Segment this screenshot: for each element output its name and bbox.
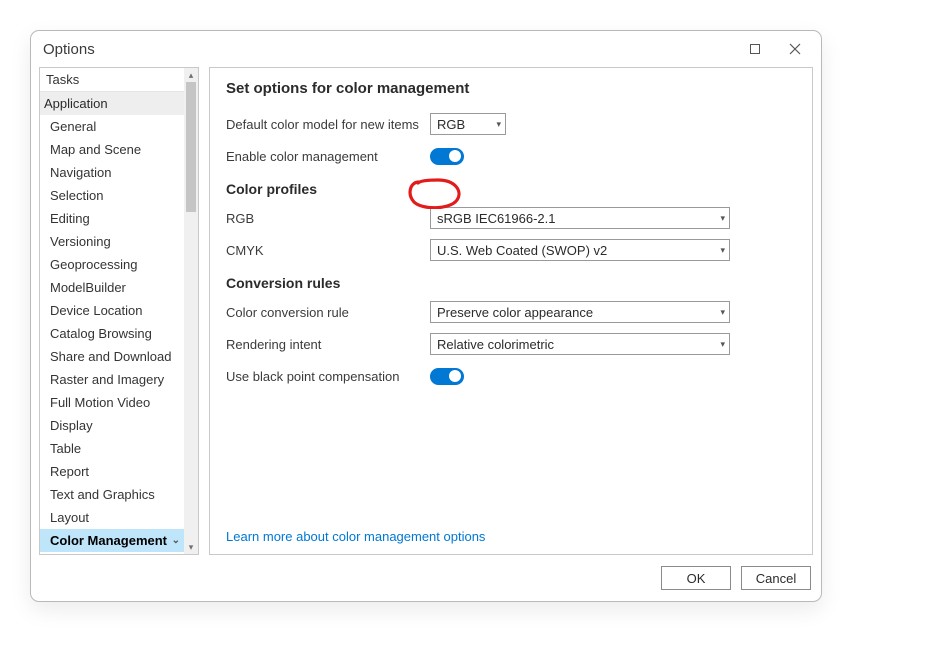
sidebar-item-display[interactable]: Display [40, 414, 184, 437]
sidebar-group-application[interactable]: Application [40, 92, 184, 115]
sidebar-item-modelbuilder[interactable]: ModelBuilder [40, 276, 184, 299]
dialog-body: Tasks Application General Map and Scene … [31, 67, 821, 555]
sidebar-item-device-location[interactable]: Device Location [40, 299, 184, 322]
sidebar-item-share-and-download[interactable]: Share and Download [40, 345, 184, 368]
main-content: Set options for color management Default… [209, 67, 813, 555]
color-conversion-rule-value: Preserve color appearance [437, 305, 593, 320]
titlebar: Options [31, 31, 821, 67]
sidebar: Tasks Application General Map and Scene … [39, 67, 199, 555]
cmyk-profile-value: U.S. Web Coated (SWOP) v2 [437, 243, 607, 258]
options-dialog: Options Tasks Application General Map an… [30, 30, 822, 602]
cmyk-label: CMYK [226, 243, 422, 258]
sidebar-item-map-and-scene[interactable]: Map and Scene [40, 138, 184, 161]
sidebar-item-label: Color Management [50, 533, 167, 548]
sidebar-item-table[interactable]: Table [40, 437, 184, 460]
row-cmyk-profile: CMYK U.S. Web Coated (SWOP) v2 ▾ [226, 237, 796, 263]
sidebar-item-tasks[interactable]: Tasks [40, 68, 184, 92]
caret-down-icon: ▾ [720, 213, 725, 224]
color-profiles-heading: Color profiles [226, 181, 796, 197]
ok-button[interactable]: OK [661, 566, 731, 590]
sidebar-item-catalog-browsing[interactable]: Catalog Browsing [40, 322, 184, 345]
default-color-model-label: Default color model for new items [226, 117, 422, 132]
scroll-up-arrow-icon[interactable]: ▴ [184, 68, 198, 82]
sidebar-item-general[interactable]: General [40, 115, 184, 138]
sidebar-item-layout[interactable]: Layout [40, 506, 184, 529]
caret-down-icon: ▾ [720, 245, 725, 256]
rgb-label: RGB [226, 211, 422, 226]
row-enable-color-management: Enable color management [226, 143, 796, 169]
scroll-thumb[interactable] [186, 82, 196, 212]
sidebar-item-editing[interactable]: Editing [40, 207, 184, 230]
sidebar-item-versioning[interactable]: Versioning [40, 230, 184, 253]
row-rendering-intent: Rendering intent Relative colorimetric ▾ [226, 331, 796, 357]
color-conversion-rule-select[interactable]: Preserve color appearance ▾ [430, 301, 730, 323]
sidebar-item-full-motion-video[interactable]: Full Motion Video [40, 391, 184, 414]
rgb-profile-select[interactable]: sRGB IEC61966-2.1 ▾ [430, 207, 730, 229]
maximize-button[interactable] [735, 35, 775, 63]
rendering-intent-select[interactable]: Relative colorimetric ▾ [430, 333, 730, 355]
page-title: Set options for color management [226, 80, 796, 97]
dialog-footer: OK Cancel [31, 555, 821, 601]
conversion-rules-heading: Conversion rules [226, 275, 796, 291]
sidebar-item-report[interactable]: Report [40, 460, 184, 483]
close-button[interactable] [775, 35, 815, 63]
default-color-model-value: RGB [437, 117, 465, 132]
learn-more-link[interactable]: Learn more about color management option… [226, 529, 485, 544]
main-panel: Set options for color management Default… [209, 67, 813, 555]
caret-down-icon: ▾ [720, 339, 725, 350]
chevron-down-icon: ⌄ [172, 535, 180, 546]
row-color-conversion-rule: Color conversion rule Preserve color app… [226, 299, 796, 325]
rgb-profile-value: sRGB IEC61966-2.1 [437, 211, 556, 226]
cancel-button[interactable]: Cancel [741, 566, 811, 590]
sidebar-item-color-management[interactable]: Color Management ⌄ [40, 529, 184, 552]
scroll-down-arrow-icon[interactable]: ▾ [184, 540, 198, 554]
toggle-knob [449, 370, 461, 382]
sidebar-item-raster-and-imagery[interactable]: Raster and Imagery [40, 368, 184, 391]
sidebar-list: Tasks Application General Map and Scene … [39, 67, 199, 555]
row-black-point-compensation: Use black point compensation [226, 363, 796, 389]
enable-color-management-toggle[interactable] [430, 148, 464, 165]
black-point-compensation-label: Use black point compensation [226, 369, 422, 384]
caret-down-icon: ▾ [720, 307, 725, 318]
cmyk-profile-select[interactable]: U.S. Web Coated (SWOP) v2 ▾ [430, 239, 730, 261]
black-point-compensation-toggle[interactable] [430, 368, 464, 385]
sidebar-scrollbar[interactable]: ▴ ▾ [184, 68, 198, 554]
row-rgb-profile: RGB sRGB IEC61966-2.1 ▾ [226, 205, 796, 231]
rendering-intent-value: Relative colorimetric [437, 337, 554, 352]
caret-down-icon: ▾ [496, 119, 501, 130]
window-title: Options [43, 41, 735, 58]
rendering-intent-label: Rendering intent [226, 337, 422, 352]
scroll-track[interactable] [184, 82, 198, 540]
color-conversion-rule-label: Color conversion rule [226, 305, 422, 320]
default-color-model-select[interactable]: RGB ▾ [430, 113, 506, 135]
sidebar-item-geoprocessing[interactable]: Geoprocessing [40, 253, 184, 276]
toggle-knob [449, 150, 461, 162]
sidebar-item-selection[interactable]: Selection [40, 184, 184, 207]
row-default-color-model: Default color model for new items RGB ▾ [226, 111, 796, 137]
enable-color-management-label: Enable color management [226, 149, 422, 164]
sidebar-item-navigation[interactable]: Navigation [40, 161, 184, 184]
sidebar-item-text-and-graphics[interactable]: Text and Graphics [40, 483, 184, 506]
